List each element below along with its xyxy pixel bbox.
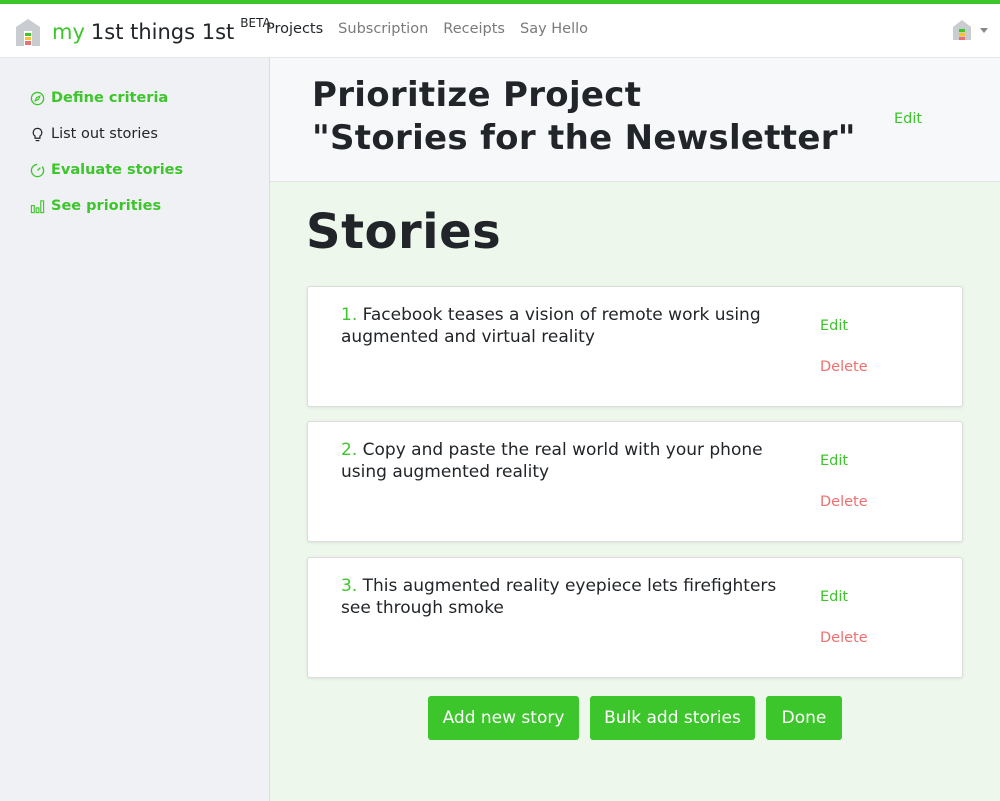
sidebar-item-list-stories[interactable]: List out stories (30, 126, 158, 142)
brand[interactable]: my 1st things 1st BETA (14, 15, 271, 49)
add-new-story-button[interactable]: Add new story (428, 696, 579, 740)
sidebar: Define criteria List out stories Evaluat… (0, 58, 270, 801)
gauge-icon (30, 163, 45, 177)
nav-say-hello[interactable]: Say Hello (520, 21, 588, 37)
project-header: Prioritize Project "Stories for the News… (270, 58, 1000, 182)
story-title: Copy and paste the real world with your … (341, 440, 763, 482)
story-card: 1. Facebook teases a vision of remote wo… (307, 286, 963, 407)
brand-my: my (52, 20, 85, 44)
delete-story-link[interactable]: Delete (820, 359, 868, 375)
project-title-line-1: Prioritize Project (312, 75, 642, 115)
sidebar-item-see-priorities[interactable]: See priorities (30, 198, 161, 214)
sidebar-item-label: List out stories (51, 126, 158, 142)
navbar: my 1st things 1st BETA Projects Subscrip… (0, 4, 1000, 58)
story-number: 1. (341, 305, 358, 325)
nav-receipts[interactable]: Receipts (443, 21, 505, 37)
stories-heading: Stories (306, 204, 502, 260)
compass-icon (30, 91, 45, 105)
page-title: Prioritize Project "Stories for the News… (312, 74, 882, 160)
brand-name: 1st things 1st (90, 20, 235, 44)
sidebar-item-label: Define criteria (51, 90, 169, 106)
story-number: 2. (341, 440, 358, 460)
bar-chart-icon (30, 199, 45, 213)
main-content: Prioritize Project "Stories for the News… (270, 58, 1000, 801)
house-logo-icon (16, 19, 40, 46)
chevron-down-icon (980, 27, 988, 33)
edit-story-link[interactable]: Edit (820, 453, 848, 469)
story-text: 2. Copy and paste the real world with yo… (341, 439, 781, 483)
delete-story-link[interactable]: Delete (820, 630, 868, 646)
story-text: 1. Facebook teases a vision of remote wo… (341, 304, 781, 348)
story-title: This augmented reality eyepiece lets fir… (341, 576, 777, 618)
nav-projects[interactable]: Projects (266, 21, 323, 37)
story-card: 3. This augmented reality eyepiece lets … (307, 557, 963, 678)
sidebar-item-label: See priorities (51, 198, 162, 214)
story-text: 3. This augmented reality eyepiece lets … (341, 575, 781, 619)
sidebar-item-define-criteria[interactable]: Define criteria (30, 90, 168, 106)
nav-subscription[interactable]: Subscription (338, 21, 428, 37)
edit-story-link[interactable]: Edit (820, 318, 848, 334)
story-card: 2. Copy and paste the real world with yo… (307, 421, 963, 542)
project-title-line-2: "Stories for the Newsletter" (312, 118, 856, 158)
story-number: 3. (341, 576, 358, 596)
lightbulb-icon (32, 127, 43, 141)
story-title: Facebook teases a vision of remote work … (341, 305, 761, 347)
avatar-icon (953, 20, 971, 40)
sidebar-item-evaluate-stories[interactable]: Evaluate stories (30, 162, 183, 178)
nav-links: Projects Subscription Receipts Say Hello (266, 21, 603, 37)
bulk-add-stories-button[interactable]: Bulk add stories (590, 696, 755, 740)
user-menu[interactable] (952, 19, 988, 41)
sidebar-item-label: Evaluate stories (51, 162, 184, 178)
delete-story-link[interactable]: Delete (820, 494, 868, 510)
done-button[interactable]: Done (766, 696, 842, 740)
edit-project-link[interactable]: Edit (894, 111, 922, 127)
edit-story-link[interactable]: Edit (820, 589, 848, 605)
